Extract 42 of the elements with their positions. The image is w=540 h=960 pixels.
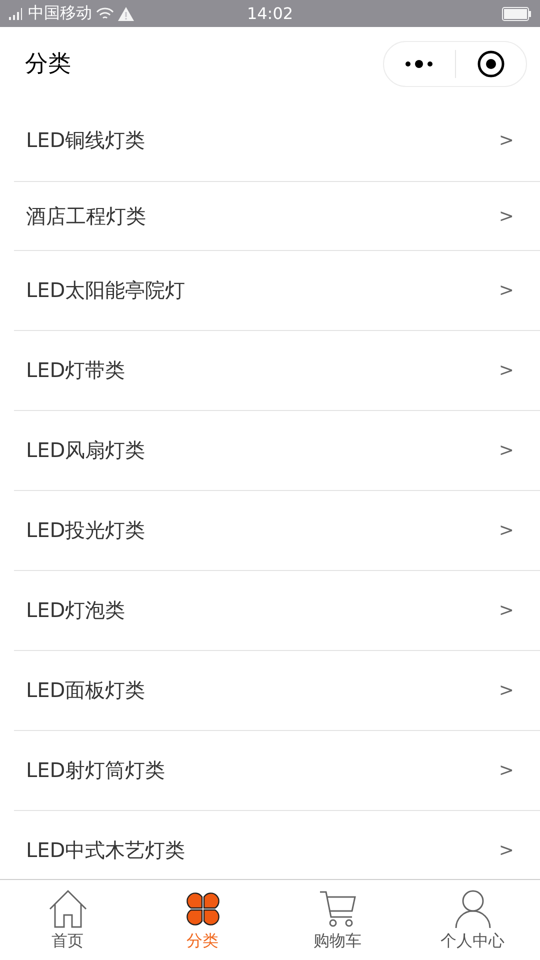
chevron-text: >: [498, 600, 514, 621]
page-title: 分类: [25, 50, 71, 79]
wifi-icon: [96, 6, 114, 20]
category-row[interactable]: LED灯泡类 >: [14, 571, 540, 651]
carrier-name: 中国移动: [28, 3, 92, 24]
tab-bar-item[interactable]: 购物车: [270, 880, 405, 960]
category-name: LED灯泡类: [26, 597, 126, 624]
chevron-text: >: [498, 206, 514, 226]
category-row[interactable]: LED风扇灯类 >: [14, 411, 540, 491]
category-row[interactable]: 酒店工程灯类 >: [14, 182, 540, 251]
category-name: 酒店工程灯类: [26, 202, 146, 230]
chevron-text: >: [498, 360, 514, 381]
battery-icon: [502, 6, 532, 20]
signal-icon: [8, 6, 24, 20]
tab-bar-item[interactable]: 首页: [0, 880, 135, 960]
category-name: LED面板灯类: [26, 677, 146, 704]
chevron-text: >: [498, 520, 514, 541]
category-name: LED太阳能亭院灯: [26, 277, 186, 304]
category-row[interactable]: LED灯带类 >: [14, 331, 540, 411]
category-row[interactable]: LED太阳能亭院灯 >: [14, 251, 540, 331]
category-row[interactable]: LED投光灯类 >: [14, 491, 540, 571]
chevron-text: >: [498, 440, 514, 461]
clock-time: 14:02: [246, 4, 294, 23]
more-icon: [404, 58, 434, 68]
tab-bar-item[interactable]: 个人中心: [405, 880, 540, 960]
category-name: LED中式木艺灯类: [26, 837, 186, 864]
category-row[interactable]: LED铜线灯类 >: [14, 100, 540, 182]
chevron-text: >: [498, 130, 514, 151]
chevron-text: >: [498, 760, 514, 781]
warning-icon: [118, 6, 134, 20]
category-name: LED灯带类: [26, 357, 126, 384]
chevron-text: >: [498, 280, 514, 301]
chevron-text: >: [498, 840, 514, 861]
category-row[interactable]: LED面板灯类 >: [14, 651, 540, 731]
category-name: LED射灯筒灯类: [26, 757, 166, 784]
category-name: LED投光灯类: [26, 517, 146, 544]
chevron-text: >: [498, 680, 514, 701]
category-name: LED铜线灯类: [26, 127, 146, 154]
home-icon: [46, 888, 88, 928]
target-icon: [476, 50, 505, 78]
category-name: LED风扇灯类: [26, 437, 146, 464]
category-row[interactable]: LED射灯筒灯类 >: [14, 731, 540, 811]
